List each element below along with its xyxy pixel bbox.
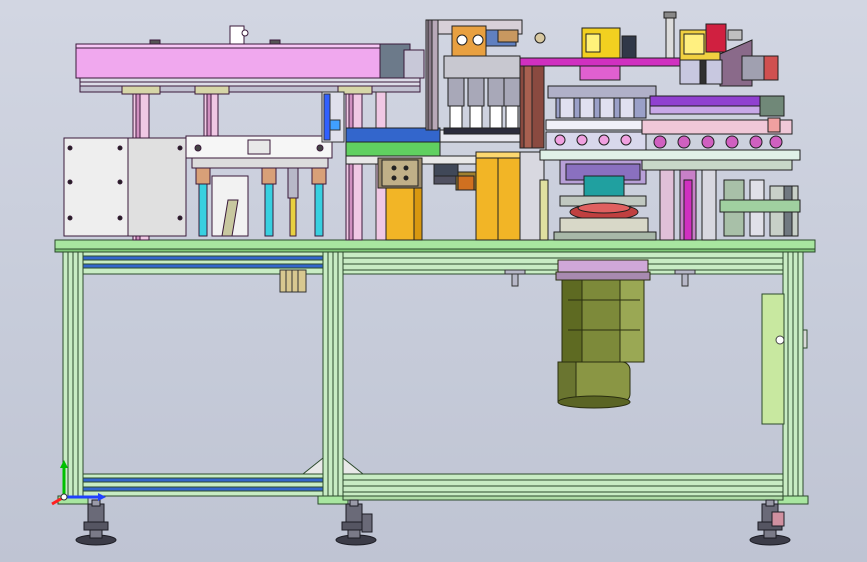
support-column: [345, 91, 363, 241]
leveling-feet: [75, 499, 791, 546]
lower-beam-right: [342, 473, 784, 497]
turntable-top-plate: [539, 149, 801, 161]
lower-frame: [54, 239, 816, 505]
assembly-drawing: [51, 11, 816, 546]
lower-beam-left: [82, 473, 324, 497]
foot-mid: [335, 499, 377, 546]
cad-viewport[interactable]: [0, 0, 867, 562]
foot-right: [749, 499, 791, 546]
grey-panel: [63, 137, 129, 237]
under-table-block: [279, 269, 307, 293]
turntable-module: [519, 11, 801, 241]
foot-left: [75, 499, 117, 546]
corner-bracket: [342, 456, 365, 475]
pink-housing: [75, 43, 387, 79]
gear-motor: [555, 259, 651, 409]
corner-bracket: [301, 456, 324, 475]
door-handle-icon: [775, 335, 785, 345]
